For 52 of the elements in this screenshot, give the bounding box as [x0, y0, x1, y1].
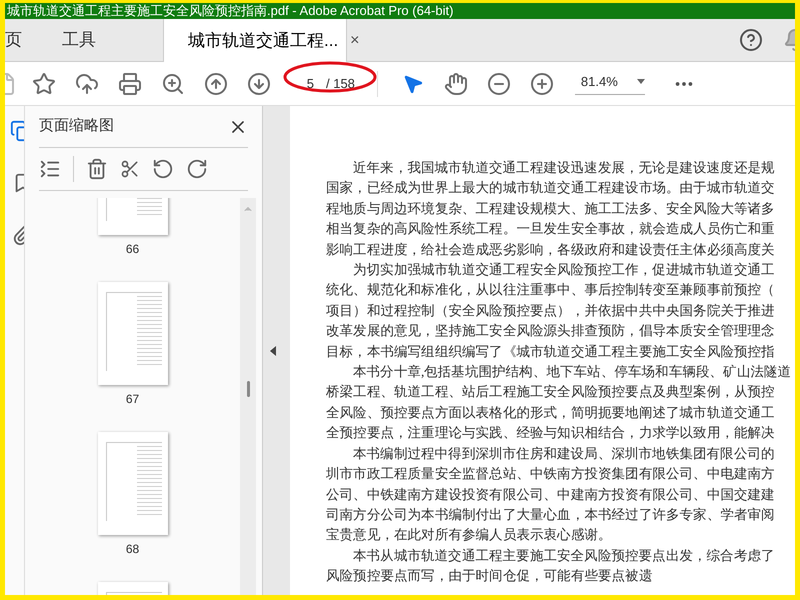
text-line: 相当复杂的高风险性系统工程。一旦发生安全事故，就会造成人员伤亡和重	[326, 220, 775, 238]
text-line: 宝贵意见，在此对所有参编人员表示衷心感谢。	[326, 526, 612, 544]
page-number-label: 68	[126, 542, 140, 557]
text-line: 目标，本书编写组组织编写了《城市轨道交通工程主要施工安全风险预控指	[326, 342, 775, 361]
text-line: 近年来，我国城市轨道交通工程建设迅速发展，无论是建设速度还是规	[352, 159, 775, 177]
minus-icon	[486, 72, 511, 96]
tab-label: 工具	[62, 29, 96, 52]
window-title: 城市轨道交通工程主要施工安全风险预控指南.pdf - Adobe Acrobat Pro (64-bit)	[6, 3, 454, 18]
close-tab-button[interactable]: ×	[350, 28, 360, 52]
hand-icon	[444, 72, 468, 96]
tab-label: 城市轨道交通工程...	[188, 30, 338, 52]
text-line: 司南方分公司为本书编制付出了大量心血，本书经过了许多专家、学者审阅	[326, 506, 775, 524]
text-line: 改革发展的意见，坚持施工安全风险源头排查预防，倡导本质安全管理理念	[326, 322, 775, 340]
text-line: 项目）和过程控制（安全风险预控要点），并依据中共中央国务院关于推进	[326, 302, 775, 320]
text-line: 全风险、预控要点方面以表格化的形式，简明扼要地阐述了城市轨道交通工	[326, 404, 775, 422]
text-line: 国家，已经成为世界上最大的城市轨道交通工程建设市场。由于城市轨道交	[326, 179, 775, 198]
text-line: 影响工程进度，给社会造成恶劣影响，各级政府和建设责任主体必须高度关	[326, 240, 775, 259]
rotate-right-icon[interactable]	[186, 158, 208, 180]
panel-title: 页面缩略图	[39, 116, 114, 136]
text-line: 本书编制过程中得到深圳市住房和建设局、深圳市地铁集团有限公司的	[352, 444, 775, 463]
tab[interactable]: 工具	[60, 19, 135, 61]
printer-icon	[118, 72, 142, 96]
text-line: 本书分十章,包括基坑围护结构、地下车站、停车场和车辆段、矿山法隧道	[352, 363, 792, 382]
tab-label: 页	[5, 29, 22, 52]
rotate-left-icon[interactable]	[152, 158, 174, 180]
text-line: 风险预控要点而写，由于时间仓促，可能有些要点被遗	[326, 567, 652, 586]
collapse-arrow-icon[interactable]	[270, 346, 276, 356]
text-line: 本书从城市轨道交通工程主要施工安全风险预控要点出发，综合考虑了	[352, 546, 775, 565]
caret-icon	[636, 79, 645, 84]
trash-icon[interactable]	[86, 158, 108, 180]
star-icon	[32, 72, 56, 96]
text-line: 程地质与周边环境复杂、工程建设规模大、施工工法多、安全风险大等诸多	[326, 200, 775, 218]
page-total: / 158	[325, 74, 355, 93]
page-number-label: 66	[126, 242, 140, 257]
scrollbar[interactable]	[240, 198, 256, 595]
text-line: 桥梁工程、轨道工程、站后工程施工安全风险预控要点及典型案例，从预控	[326, 383, 775, 402]
tab[interactable]: 页	[5, 19, 60, 61]
text-line: 公司、中铁建南方建设投资有限公司、中建南方投资有限公司、中国交建建	[326, 486, 775, 504]
text-line: 统化、规范化和标准化，从以往注重事中、事后控制转变至兼顾事前预控（	[326, 281, 775, 300]
text-line: 全预控要点，注重理论与实践、经验与知识相结合，力求学以致用，能解决	[326, 424, 775, 442]
help-icon[interactable]	[739, 28, 763, 52]
page-number-field[interactable]: 5	[290, 74, 320, 94]
options-menu-icon[interactable]	[39, 158, 61, 180]
thumbnail-image[interactable]	[98, 432, 168, 535]
text-line: 为切实加强城市轨道交通工程安全风险预控工作，促进城市轨道交通工	[352, 261, 775, 280]
zoom-dropdown[interactable]: 81.4%	[574, 72, 645, 96]
magnifier-icon	[161, 72, 185, 96]
plus-icon	[530, 72, 554, 96]
cloud-upload-icon	[75, 72, 99, 96]
thumbnail-image[interactable]	[98, 282, 168, 385]
text-line: 圳市市政工程质量安全监督总站、中铁南方投资集团有限公司、中电建南方	[326, 465, 775, 484]
page-number-label: 67	[126, 392, 140, 407]
